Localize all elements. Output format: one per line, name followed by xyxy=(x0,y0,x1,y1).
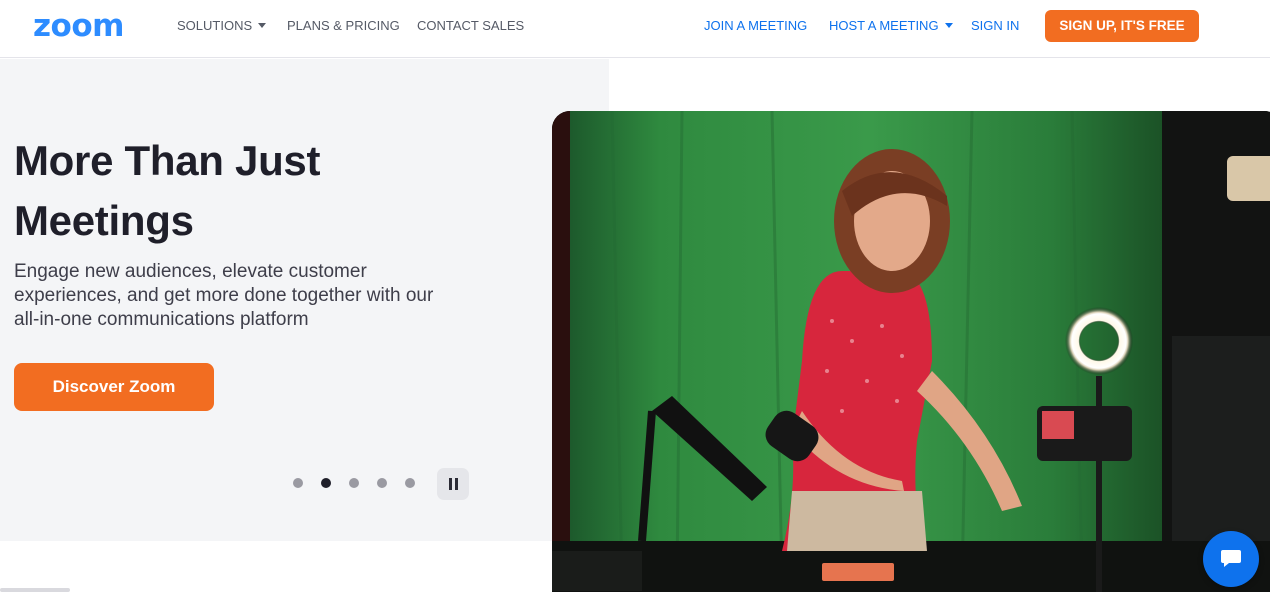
carousel-dot-1[interactable] xyxy=(293,478,303,488)
hero-photo xyxy=(552,111,1270,592)
hero-headline-line1: More Than Just xyxy=(14,137,321,184)
carousel-dot-3[interactable] xyxy=(349,478,359,488)
chat-glyph xyxy=(1221,550,1241,567)
hero-subtext-line3: all-in-one communications platform xyxy=(14,309,309,330)
signup-button[interactable]: SIGN UP, IT'S FREE xyxy=(1045,10,1199,42)
top-nav-bar: zoom SOLUTIONS PLANS & PRICING CONTACT S… xyxy=(0,0,1270,58)
nav-host-meeting[interactable]: HOST A MEETING xyxy=(829,18,953,34)
chevron-down-icon xyxy=(258,23,267,28)
hero-subtext-line1: Engage new audiences, elevate customer xyxy=(14,261,367,282)
nav-join-meeting[interactable]: JOIN A MEETING xyxy=(704,18,807,34)
carousel-dot-5[interactable] xyxy=(405,478,415,488)
scroll-indicator xyxy=(0,588,70,592)
discover-zoom-button[interactable]: Discover Zoom xyxy=(14,363,214,411)
nav-sign-in[interactable]: SIGN IN xyxy=(971,18,1019,34)
zoom-landing-page: zoom SOLUTIONS PLANS & PRICING CONTACT S… xyxy=(0,0,1270,592)
hero-headline: More Than Just Meetings xyxy=(14,131,454,251)
hero-subtext: Engage new audiences, elevate customer e… xyxy=(14,260,484,332)
zoom-logo[interactable]: zoom xyxy=(33,10,124,42)
nav-host-meeting-label: HOST A MEETING xyxy=(829,18,939,33)
nav-plans-pricing[interactable]: PLANS & PRICING xyxy=(287,18,400,34)
nav-solutions-label: SOLUTIONS xyxy=(177,18,253,33)
nav-solutions[interactable]: SOLUTIONS xyxy=(177,18,267,34)
studio-scene-illustration xyxy=(552,111,1270,592)
chat-bubble-icon[interactable] xyxy=(1203,531,1259,587)
nav-contact-sales[interactable]: CONTACT SALES xyxy=(417,18,524,34)
carousel-dot-2[interactable] xyxy=(321,478,331,488)
pause-icon[interactable] xyxy=(437,468,469,500)
hero-headline-line2: Meetings xyxy=(14,197,194,244)
carousel-dot-4[interactable] xyxy=(377,478,387,488)
hero-subtext-line2: experiences, and get more done together … xyxy=(14,285,434,306)
chevron-down-icon xyxy=(944,23,953,28)
